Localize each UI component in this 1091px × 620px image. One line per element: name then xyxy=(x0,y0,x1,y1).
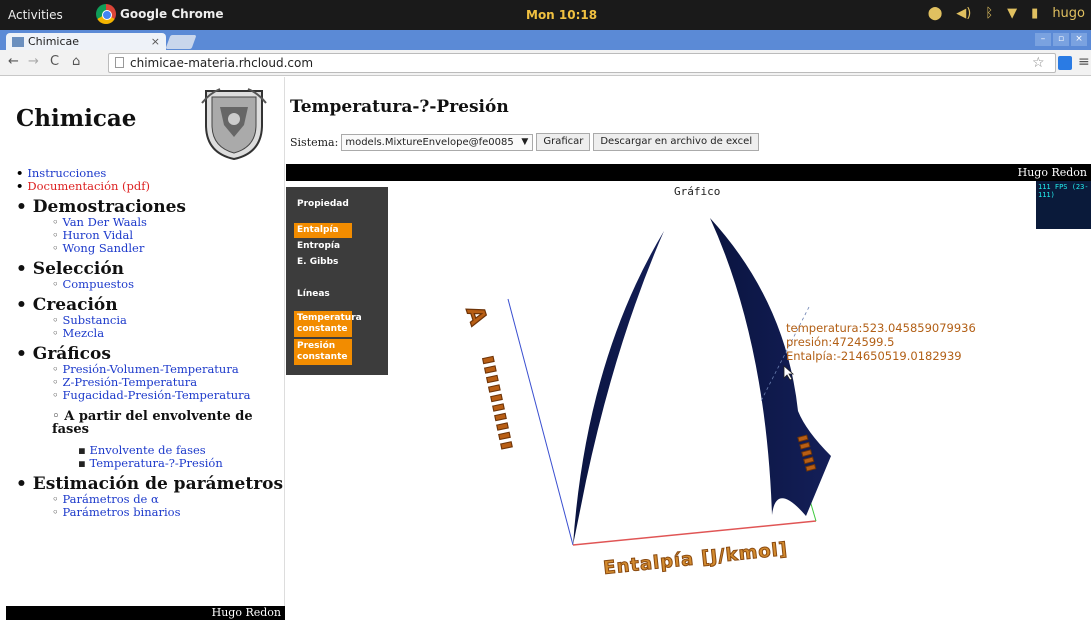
page-icon xyxy=(115,57,124,68)
link-huron-vidal[interactable]: Huron Vidal xyxy=(62,228,133,242)
clock[interactable]: Mon 10:18 xyxy=(526,8,597,22)
browser-tab[interactable]: Chimicae × xyxy=(6,33,166,50)
link-zpt[interactable]: Z-Presión-Temperatura xyxy=(62,375,197,389)
maximize-button[interactable]: ▫ xyxy=(1053,33,1069,46)
activities-button[interactable]: Activities xyxy=(8,8,63,22)
close-tab-icon[interactable]: × xyxy=(151,35,160,48)
bluetooth-icon[interactable]: ᛒ xyxy=(985,6,993,21)
section-creacion: Creación xyxy=(16,297,284,314)
minimize-button[interactable]: – xyxy=(1035,33,1051,46)
network-icon[interactable]: ▼ xyxy=(1007,6,1017,21)
link-pvt[interactable]: Presión-Volumen-Temperatura xyxy=(62,362,238,376)
link-parametros-binarios[interactable]: Parámetros binarios xyxy=(62,505,180,519)
forward-arrow-icon[interactable]: → xyxy=(28,54,39,69)
system-select-value: models.MixtureEnvelope@fe0085 xyxy=(345,136,514,148)
subsection-title: A partir del envolvente de fases xyxy=(52,409,253,437)
user-menu[interactable]: hugo xyxy=(1052,6,1085,21)
system-top-bar: Activities Google Chrome Mon 10:18 ⬤ ◀) … xyxy=(0,0,1091,30)
url-text: chimicae-materia.rhcloud.com xyxy=(130,56,314,70)
link-substancia[interactable]: Substancia xyxy=(62,313,126,327)
window-controls: – ▫ × xyxy=(1035,33,1087,46)
close-window-button[interactable]: × xyxy=(1071,33,1087,46)
app-name: Google Chrome xyxy=(120,7,224,21)
system-label: Sistema: xyxy=(290,135,339,149)
link-mezcla[interactable]: Mezcla xyxy=(62,326,104,340)
chrome-menu-icon[interactable]: ≡ xyxy=(1078,54,1090,70)
app-menu[interactable]: Google Chrome xyxy=(96,4,224,24)
tab-title: Chimicae xyxy=(28,35,80,48)
home-icon[interactable]: ⌂ xyxy=(72,54,80,69)
fps-text: 111 FPS (23-111) xyxy=(1038,183,1089,199)
link-wong-sandler[interactable]: Wong Sandler xyxy=(62,241,144,255)
link-temperatura-presion[interactable]: Temperatura-?-Presión xyxy=(89,456,222,470)
y-axis-title-rest: ▮▮▮▮▮▮▮▮▮▮ xyxy=(480,355,516,453)
panel-header-lineas: Líneas xyxy=(297,289,330,299)
system-tray[interactable]: ⬤ ◀) ᛒ ▼ ▮ hugo xyxy=(928,6,1085,21)
readout-temperature: temperatura:523.045859079936 xyxy=(786,321,976,335)
unam-seal-icon xyxy=(200,85,268,161)
section-demostraciones: Demostraciones xyxy=(16,199,284,216)
chrome-logo-icon xyxy=(96,4,116,24)
panel-header-propiedad: Propiedad xyxy=(297,199,349,209)
sidebar: Chimicae Instrucciones Documentación (pd… xyxy=(0,77,285,620)
option-entropia[interactable]: Entropía xyxy=(297,241,340,251)
accessibility-icon[interactable]: ⬤ xyxy=(928,6,943,21)
graph-canvas[interactable]: A ▮▮▮▮▮▮▮▮▮▮ ▮▮▮▮▮ Entalpía [J/kmol] Grá… xyxy=(286,181,1091,620)
link-van-der-waals[interactable]: Van Der Waals xyxy=(62,215,146,229)
browser-toolbar: ← → C ⌂ chimicae-materia.rhcloud.com ☆ ≡ xyxy=(0,50,1091,76)
y-axis-title: A xyxy=(460,302,493,329)
system-controls: Sistema: models.MixtureEnvelope@fe0085 ▼… xyxy=(290,133,760,151)
envelope-surface-left xyxy=(573,231,664,545)
back-arrow-icon[interactable]: ← xyxy=(8,54,19,69)
system-select[interactable]: models.MixtureEnvelope@fe0085 ▼ xyxy=(341,133,534,151)
chevron-down-icon: ▼ xyxy=(521,136,529,147)
site-brand: Chimicae xyxy=(16,105,137,132)
address-bar[interactable]: chimicae-materia.rhcloud.com xyxy=(108,53,1056,73)
3d-plot[interactable]: A ▮▮▮▮▮▮▮▮▮▮ ▮▮▮▮▮ Entalpía [J/kmol] xyxy=(286,181,1091,620)
page-title: Temperatura-?-Presión xyxy=(290,97,509,117)
link-parametros-alfa[interactable]: Parámetros de α xyxy=(62,492,158,506)
y-axis-line xyxy=(507,298,574,546)
download-excel-button[interactable]: Descargar en archivo de excel xyxy=(593,133,760,151)
section-seleccion: Selección xyxy=(16,261,284,278)
link-documentacion[interactable]: Documentación (pdf) xyxy=(27,179,150,193)
link-compuestos[interactable]: Compuestos xyxy=(62,277,134,291)
graph-title: Gráfico xyxy=(674,185,721,198)
point-readout: temperatura:523.045859079936 presión:472… xyxy=(786,321,976,363)
header-bar: Hugo Redon xyxy=(286,164,1091,181)
link-instrucciones[interactable]: Instrucciones xyxy=(27,166,106,180)
option-presion-constante[interactable]: Presión constante xyxy=(294,339,352,365)
section-graficos: Gráficos xyxy=(16,346,284,363)
readout-pressure: presión:4724599.5 xyxy=(786,335,895,349)
reload-icon[interactable]: C xyxy=(50,54,59,69)
option-entalpia[interactable]: Entalpía xyxy=(294,223,352,238)
link-envolvente-fases[interactable]: Envolvente de fases xyxy=(89,443,205,457)
sidebar-footer: Hugo Redon xyxy=(6,606,285,620)
option-gibbs[interactable]: E. Gibbs xyxy=(297,257,338,267)
property-panel: Propiedad Entalpía Entropía E. Gibbs Lín… xyxy=(286,187,388,375)
bookmark-star-icon[interactable]: ☆ xyxy=(1032,55,1045,71)
graficar-button[interactable]: Graficar xyxy=(536,133,591,151)
link-fpt[interactable]: Fugacidad-Presión-Temperatura xyxy=(62,388,250,402)
section-estimacion: Estimación de parámetros xyxy=(16,476,284,493)
volume-icon[interactable]: ◀) xyxy=(956,6,971,21)
new-tab-button[interactable] xyxy=(165,35,197,49)
tab-strip: Chimicae × – ▫ × xyxy=(0,30,1091,50)
main-content: Temperatura-?-Presión Sistema: models.Mi… xyxy=(286,77,1091,620)
subsection-envolvente: ◦ A partir del envolvente de fases xyxy=(52,409,253,437)
battery-icon[interactable]: ▮ xyxy=(1031,6,1038,21)
x-axis-title: Entalpía [J/kmol] xyxy=(602,539,789,579)
sidebar-nav: Instrucciones Documentación (pdf) Demost… xyxy=(16,167,284,519)
option-temperatura-constante[interactable]: Temperatura constante xyxy=(294,311,362,337)
favicon-icon xyxy=(12,36,24,47)
readout-enthalpy: Entalpía:-214650519.0182939 xyxy=(786,349,962,363)
fps-counter: 111 FPS (23-111) xyxy=(1036,181,1091,229)
extension-icon[interactable] xyxy=(1058,56,1072,70)
